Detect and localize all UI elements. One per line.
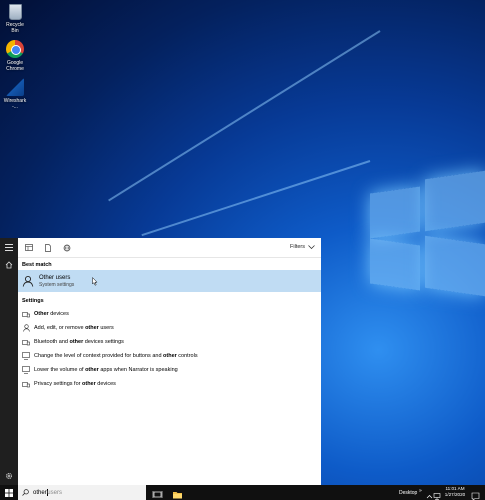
best-match-heading: Best match [22,262,52,268]
clock-date: 1/27/2020 [444,492,466,497]
devices-icon [22,310,30,318]
system-clock[interactable]: 11:01 AM 1/27/2020 [442,486,468,498]
recycle-bin-icon [8,4,22,20]
home-icon[interactable] [0,256,18,274]
devices-icon [22,380,30,388]
network-icon[interactable] [433,488,442,500]
result-row[interactable]: Change the level of context provided for… [18,349,321,363]
narrator-icon [22,352,30,360]
notifications-icon[interactable] [471,488,480,500]
best-match-title: Other users [39,274,71,281]
chevron-down-icon [308,245,315,249]
desktop-icon-label: Recycle Bin [6,22,24,34]
search-typed-text: other [33,489,47,496]
desktop-icon-wireshark[interactable]: Wireshark -... [2,78,28,110]
task-view-icon[interactable] [152,487,163,498]
desktop-toolbar-label[interactable]: Desktop [399,490,417,496]
file-explorer-icon[interactable] [172,487,183,499]
wireshark-icon [6,78,24,96]
best-match-result[interactable]: Other users System settings [18,270,321,292]
result-row[interactable]: Privacy settings for other devices [18,377,321,391]
narrator-icon [22,366,30,374]
result-row[interactable]: Add, edit, or remove other users [18,321,321,335]
search-suggestion-text: users [47,489,62,496]
start-button[interactable] [0,485,18,500]
light-beam [108,30,381,202]
devices-icon [22,338,30,346]
filters-label: Filters [290,244,305,250]
person-icon [22,324,30,332]
mouse-cursor-icon [92,277,98,286]
apps-icon[interactable] [24,243,33,252]
start-left-rail [0,238,18,485]
windows-logo-icon [5,488,13,497]
desktop-icon-label: Google Chrome [6,60,24,72]
chrome-icon [6,40,24,58]
search-toolbar: Filters [18,238,321,258]
desktop-icon-recycle-bin[interactable]: Recycle Bin [2,4,28,34]
search-results-panel: Filters Best match Other users System se… [18,238,321,485]
chevron-up-icon[interactable] [426,488,433,499]
taskbar: other users Desktop » 11:01 AM 1/27/2020 [0,485,485,500]
settings-heading: Settings [22,298,44,304]
light-beam [141,160,371,237]
search-icon [22,489,29,496]
desktop-icon-label: Wireshark -... [3,98,27,110]
desktop-icon-chrome[interactable]: Google Chrome [2,40,28,72]
result-row[interactable]: Other devices [18,307,321,321]
toolbar-chevron[interactable]: » [419,488,422,494]
filters-dropdown[interactable]: Filters [290,244,315,250]
taskbar-search-input[interactable]: other users [18,485,146,500]
hamburger-icon[interactable] [0,238,18,256]
web-icon[interactable] [62,243,71,252]
result-row[interactable]: Bluetooth and other devices settings [18,335,321,349]
best-match-subtitle: System settings [39,281,75,288]
documents-icon[interactable] [43,243,52,252]
settings-gear-icon[interactable] [0,467,18,485]
result-row[interactable]: Lower the volume of other apps when Narr… [18,363,321,377]
wallpaper-windows-logo [360,150,485,410]
person-icon [22,275,34,287]
settings-results-list: Other devices Add, edit, or remove other… [18,307,321,391]
